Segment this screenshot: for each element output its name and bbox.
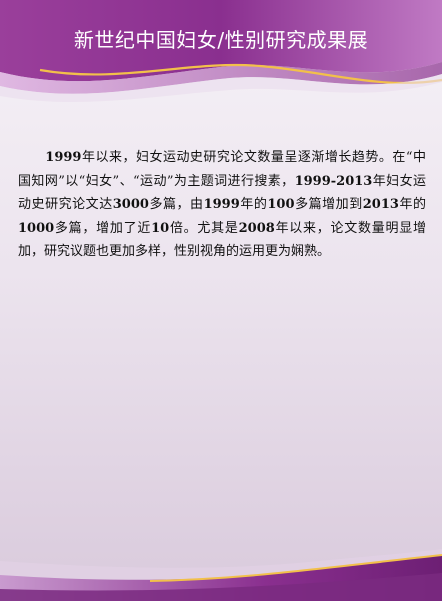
count-total: 3000	[112, 197, 149, 212]
header-banner: 新世纪中国妇女/性别研究成果展	[0, 0, 442, 110]
text-segment: 年的	[398, 197, 426, 212]
banner-graphic	[0, 0, 442, 103]
body-paragraph: 1999年以来，妇女运动史研究论文数量呈逐渐增长趋势。在“中国知网”以“妇女”、…	[18, 146, 426, 264]
year-range: 1999-2013	[294, 173, 373, 189]
footer-graphic	[0, 549, 442, 601]
year-1999: 1999	[203, 197, 240, 212]
text-segment: 年的	[239, 197, 268, 212]
count-2013: 1000	[18, 220, 55, 236]
year-start: 1999	[45, 150, 82, 165]
year-2013: 2013	[362, 197, 399, 212]
text-segment: 多篇增加到	[294, 197, 363, 212]
body-text: 1999年以来，妇女运动史研究论文数量呈逐渐增长趋势。在“中国知网”以“妇女”、…	[18, 146, 426, 264]
multiplier: 10	[151, 220, 170, 236]
count-1999: 100	[267, 197, 295, 212]
footer-banner	[0, 531, 442, 601]
text-segment: 倍。尤其是	[169, 220, 239, 236]
text-segment: 多篇，由	[148, 197, 204, 212]
text-segment: 多篇，增加了近	[54, 220, 152, 236]
page-title: 新世纪中国妇女/性别研究成果展	[73, 28, 369, 52]
year-2008: 2008	[238, 220, 275, 236]
